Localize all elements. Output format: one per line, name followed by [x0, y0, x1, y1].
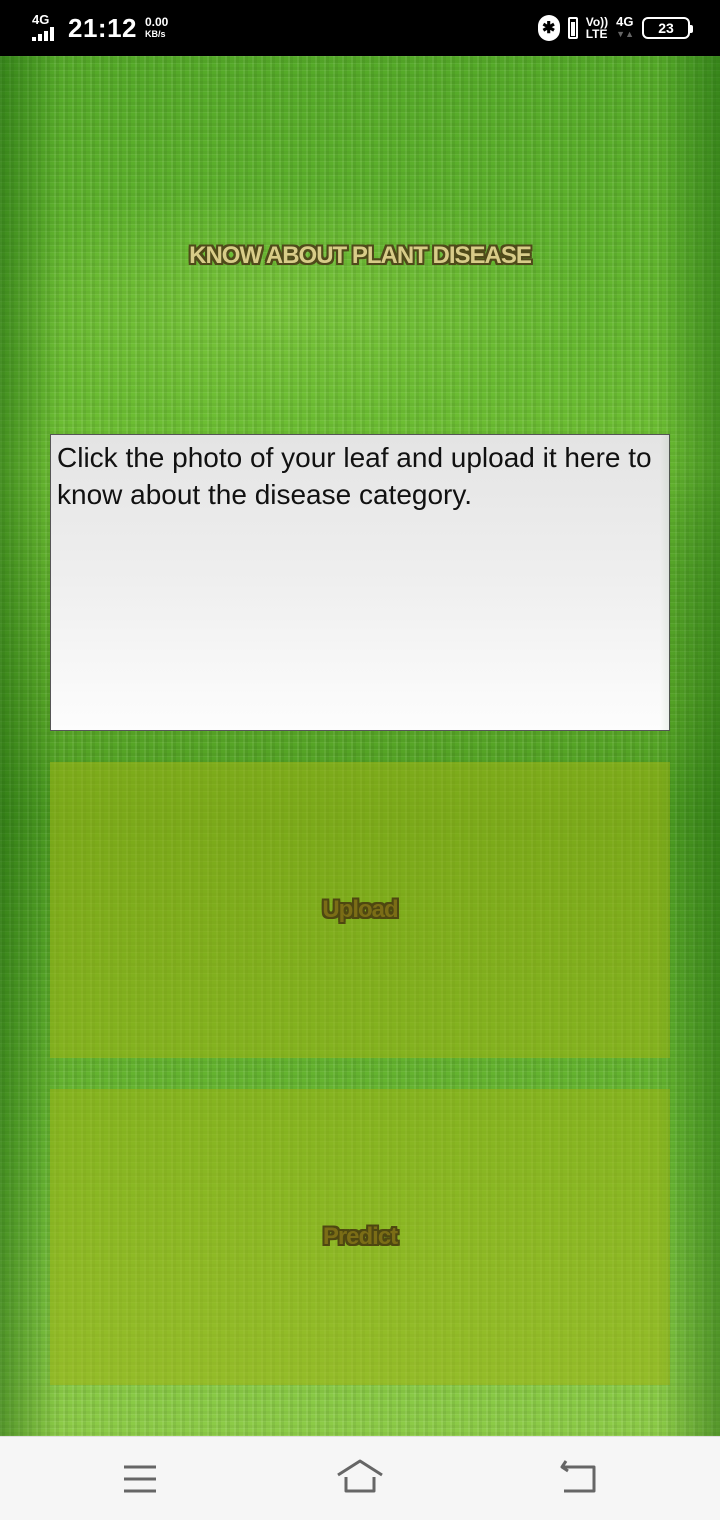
status-right: ✱ Vo)) LTE 4G ▼▲ 23	[537, 12, 693, 44]
home-icon[interactable]	[336, 1457, 384, 1501]
battery-icon: 23	[642, 17, 693, 39]
speed-unit: KB/s	[145, 29, 166, 39]
status-left: 4G 21:12 0.00 KB/s	[30, 12, 168, 44]
upload-label: Upload	[322, 896, 398, 923]
network2-indicator: 4G ▼▲	[616, 14, 634, 39]
cell-signal-icon: 4G	[30, 13, 60, 43]
clock: 21:12	[68, 12, 137, 43]
volte-indicator: Vo)) LTE	[585, 15, 609, 41]
battery-level: 23	[658, 20, 674, 36]
predict-button[interactable]: Predict	[50, 1089, 670, 1385]
upload-button[interactable]: Upload	[50, 762, 670, 1058]
speed-value: 0.00	[145, 15, 169, 29]
bluetooth-icon: ✱	[537, 15, 560, 41]
back-icon[interactable]	[556, 1457, 600, 1501]
page-title: KNOW ABOUT PLANT DISEASE	[189, 242, 532, 269]
network-type: 4G	[32, 12, 50, 27]
status-bar: 4G 21:12 0.00 KB/s ✱ Vo)) LTE 4G ▼▲ 23	[0, 0, 720, 56]
vibrate-battery-icon	[567, 17, 578, 39]
predict-label: Predict	[322, 1223, 398, 1250]
info-text-box: Click the photo of your leaf and upload …	[50, 434, 670, 731]
navigation-bar	[0, 1436, 720, 1520]
menu-icon[interactable]	[118, 1457, 162, 1501]
app-background: KNOW ABOUT PLANT DISEASE Click the photo…	[0, 56, 720, 1436]
network-speed: 0.00 KB/s	[145, 16, 168, 40]
